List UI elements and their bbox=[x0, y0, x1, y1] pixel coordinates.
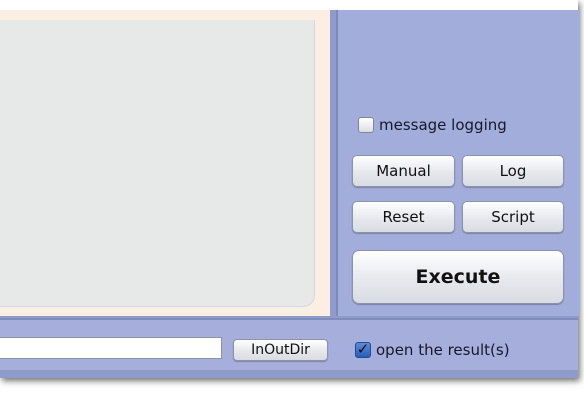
execute-button[interactable]: Execute bbox=[352, 250, 564, 304]
canvas-frame bbox=[0, 10, 330, 316]
manual-button[interactable]: Manual bbox=[352, 155, 455, 187]
app-window: message logging Manual Log Reset Script … bbox=[0, 0, 580, 378]
output-canvas[interactable] bbox=[0, 20, 315, 307]
script-button[interactable]: Script bbox=[462, 201, 564, 233]
checkmark-icon: ✓ bbox=[356, 339, 370, 358]
open-result-checkbox[interactable]: ✓ bbox=[355, 339, 371, 358]
message-logging-label: message logging bbox=[379, 116, 507, 134]
message-logging-checkbox[interactable] bbox=[358, 117, 374, 133]
open-result-option[interactable]: ✓ open the result(s) bbox=[355, 341, 510, 359]
bottom-bar: InOutDir ✓ open the result(s) bbox=[0, 318, 578, 370]
top-strip bbox=[0, 0, 578, 10]
inout-dir-input[interactable] bbox=[0, 337, 222, 359]
reset-button[interactable]: Reset bbox=[352, 201, 455, 233]
inoutdir-button[interactable]: InOutDir bbox=[233, 339, 328, 361]
message-logging-option[interactable]: message logging bbox=[358, 116, 507, 134]
control-panel: message logging Manual Log Reset Script … bbox=[336, 10, 580, 316]
log-button[interactable]: Log bbox=[462, 155, 564, 187]
open-result-label: open the result(s) bbox=[376, 341, 510, 359]
